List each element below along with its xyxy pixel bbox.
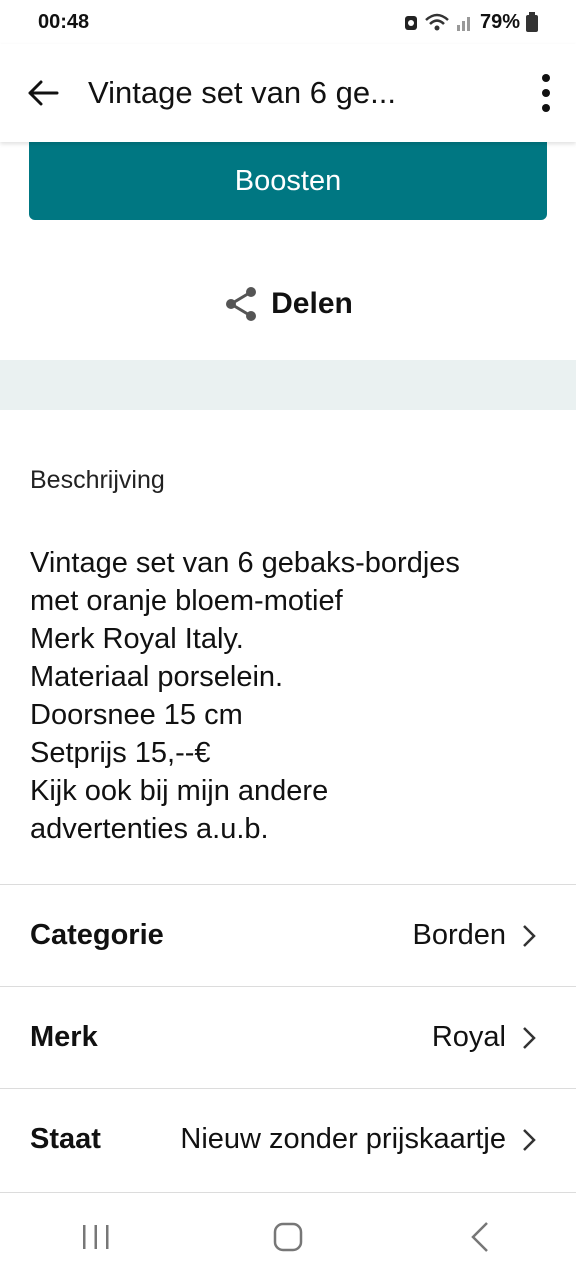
- description-line: Kijk ook bij mijn andere: [30, 775, 329, 807]
- more-vert-icon: [542, 74, 550, 112]
- description-line: met oranje bloem-motief: [30, 585, 343, 617]
- section-divider: [0, 360, 576, 410]
- home-button[interactable]: [228, 1193, 348, 1281]
- status-icons: 79%: [404, 11, 538, 34]
- attribute-row-brand[interactable]: Merk Royal: [0, 986, 576, 1088]
- share-label: Delen: [271, 287, 353, 320]
- home-icon: [273, 1222, 303, 1251]
- description-line: Materiaal porselein.: [30, 661, 284, 693]
- back-arrow-icon: [28, 80, 59, 106]
- attribute-value: Nieuw zonder prijskaartje: [180, 1123, 506, 1155]
- attribute-label: Staat: [30, 1123, 101, 1155]
- more-options-button[interactable]: [516, 44, 576, 142]
- boost-button[interactable]: Boosten: [29, 142, 547, 220]
- system-nav-bar: [0, 1192, 576, 1280]
- attribute-value: Royal: [431, 1021, 506, 1053]
- description-line: Merk Royal Italy.: [30, 623, 244, 655]
- description-line: Doorsnee 15 cm: [30, 699, 243, 731]
- attribute-label: Merk: [30, 1021, 98, 1053]
- battery-percent: 79%: [479, 10, 520, 33]
- description-text: Vintage set van 6 gebaks-bordjes met ora…: [30, 544, 550, 848]
- chevron-right-icon: [522, 1128, 536, 1152]
- attribute-row-condition[interactable]: Staat Nieuw zonder prijskaartje: [0, 1088, 576, 1190]
- chevron-right-icon: [522, 1026, 536, 1050]
- chevron-right-icon: [522, 924, 536, 948]
- recent-apps-button[interactable]: [36, 1193, 156, 1281]
- description-line: advertenties a.u.b.: [30, 813, 269, 845]
- signal-icon: [456, 17, 470, 31]
- attribute-row-category[interactable]: Categorie Borden: [0, 884, 576, 986]
- share-icon: [226, 287, 257, 321]
- attribute-label: Categorie: [30, 919, 164, 951]
- status-bar: 00:48 79%: [0, 0, 576, 44]
- recent-apps-icon: [83, 1224, 109, 1249]
- notification-icon: [404, 16, 417, 30]
- battery-icon: [526, 12, 538, 32]
- nav-back-button[interactable]: [420, 1193, 540, 1281]
- nav-back-icon: [471, 1221, 488, 1252]
- description-line: Vintage set van 6 gebaks-bordjes: [30, 547, 460, 579]
- page-title: Vintage set van 6 ge...: [88, 75, 396, 110]
- attribute-value: Borden: [412, 919, 506, 951]
- status-time: 00:48: [38, 10, 90, 33]
- description-title: Beschrijving: [30, 466, 165, 494]
- share-button[interactable]: Delen: [0, 270, 576, 338]
- app-bar: Vintage set van 6 ge...: [0, 44, 576, 142]
- wifi-icon: [425, 13, 449, 31]
- back-button[interactable]: [0, 44, 86, 142]
- description-line: Setprijs 15,--€: [30, 737, 211, 769]
